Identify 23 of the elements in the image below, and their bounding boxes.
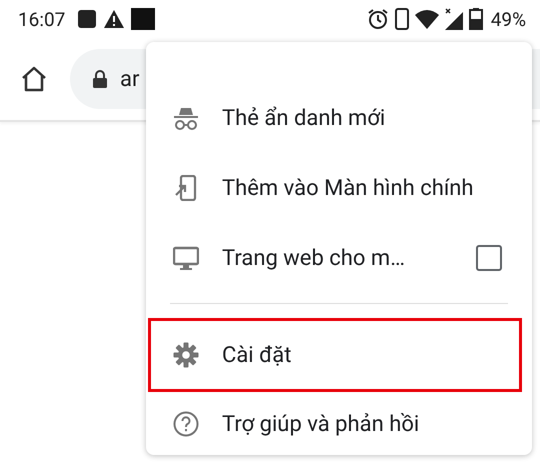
checkbox[interactable] (476, 245, 502, 271)
battery-icon (468, 8, 483, 30)
menu-item[interactable]: Trang web cho m… (146, 223, 532, 293)
notification-icon (77, 9, 98, 29)
phone-icon (394, 8, 409, 30)
warning-icon (103, 9, 126, 29)
alarm-icon (366, 8, 389, 30)
notification-icon (131, 8, 156, 30)
incognito-icon (173, 105, 199, 131)
help-icon (173, 411, 199, 437)
menu-item[interactable]: Trợ giúp và phản hồi (146, 392, 532, 455)
battery-percent: 49% (490, 8, 526, 30)
home-icon[interactable] (20, 65, 48, 93)
monitor-icon (173, 245, 199, 271)
wifi-icon (414, 9, 439, 29)
status-time: 16:07 (18, 8, 66, 30)
add-to-home-icon (173, 175, 199, 201)
menu-item[interactable]: Thẻ ẩn danh mới (146, 83, 532, 153)
lock-icon (92, 70, 108, 88)
menu-item[interactable]: Cài đặt (148, 318, 522, 392)
url-text: ar (120, 66, 140, 92)
menu-item[interactable]: Thêm vào Màn hình chính (146, 153, 532, 223)
signal-icon (444, 8, 463, 30)
